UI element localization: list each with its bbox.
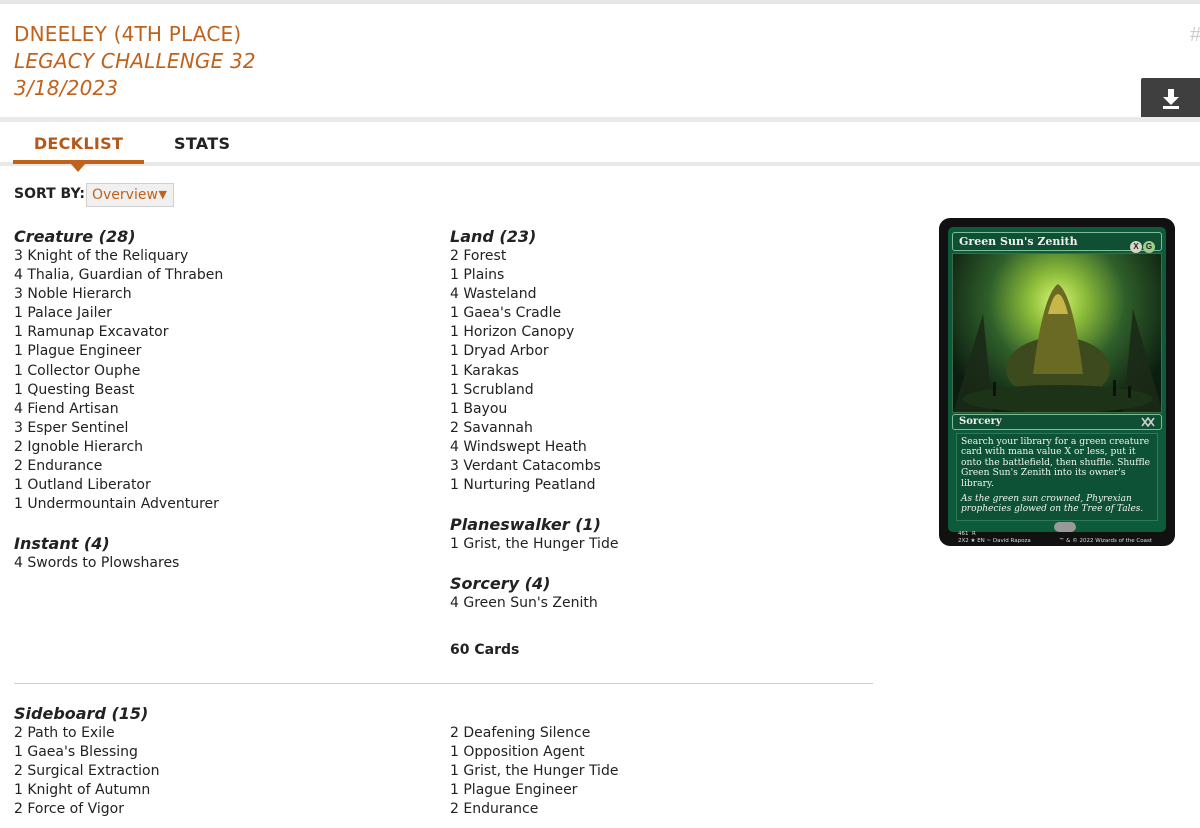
card-text-box: Search your library for a green creature… [956,433,1158,521]
card-group-title: Sorcery (4) [450,574,551,594]
card-group-title: Creature (28) [14,227,136,246]
sideboard-left-column: 2 Path to Exile 1 Gaea's Blessing 2 Surgic… [14,724,434,819]
tab-decklist[interactable]: DECKLIST [13,134,144,172]
sideboard-right-column: 2 Deafening Silence 1 Opposition Agent 1 G… [450,724,870,819]
holo-stamp [1054,522,1076,532]
card-art [952,253,1162,413]
sideboard-card-entry: 2 Endurance [450,801,539,818]
card-entry: 1 Scrubland [450,381,534,398]
card-entry: 1 Palace Jailer [14,305,112,322]
card-name-bar: Green Sun's Zenith XG [952,232,1162,253]
card-entry: 4 Windswept Heath [450,438,587,455]
main-deck-left-column: Creature (28) 3 Knight of the Reliquary 4 … [14,227,434,573]
player-title: DNEELEY (4TH PLACE) [14,22,242,46]
sideboard-card-entry: 1 Plague Engineer [450,782,578,799]
sideboard-card-entry: 2 Path to Exile [14,725,115,741]
card-copyright: ™ & © 2022 Wizards of the Coast [1058,538,1152,544]
mana-cost: XG [1129,236,1157,253]
card-entry: 1 Plains [450,267,505,284]
deck-header: DNEELEY (4TH PLACE) LEGACY CHALLENGE 32 … [0,4,1200,120]
mana-symbol-x: X [1130,241,1142,253]
card-group-title: Planeswalker (1) [450,515,601,535]
card-entry: 1 Plague Engineer [14,343,142,360]
hash-icon[interactable]: # [1190,24,1200,48]
card-entry: 3 Knight of the Reliquary [14,248,189,264]
card-group-title: Instant (4) [14,534,110,554]
event-title: LEGACY CHALLENGE 32 [14,49,256,73]
card-entry: 4 Green Sun's Zenith [450,595,598,612]
card-entry: 3 Noble Hierarch [14,286,132,303]
card-entry: 4 Wasteland [450,286,537,303]
card-entry: 1 Horizon Canopy [450,324,575,341]
card-entry: 1 Collector Ouphe [14,362,141,379]
card-rarity: R [972,531,976,537]
card-flavor-text: As the green sun crowned, Phyrexian prop… [961,494,1144,515]
download-button[interactable] [1141,78,1200,120]
sideboard-card-entry: 1 Gaea's Blessing [14,744,138,761]
card-group-title: Land (23) [450,227,537,246]
tab-bar: DECKLIST STATS [0,122,1200,172]
card-entry: 1 Undermountain Adventurer [14,496,219,513]
sideboard-heading: Sideboard (15) [14,704,434,724]
card-entry: 1 Questing Beast [14,381,135,398]
card-entry: 4 Thalia, Guardian of Thraben [14,267,224,284]
sideboard-divider [14,683,873,684]
sort-by-label: SORT BY: [14,186,85,202]
set-symbol-icon [1141,417,1155,427]
card-entry: 1 Dryad Arbor [450,343,549,360]
sideboard-card-entry: 2 Force of Vigor [14,801,124,818]
sideboard-card-entry: 1 Knight of Autumn [14,782,151,799]
card-preview: Green Sun's Zenith XG Sorcery Search you… [939,218,1175,546]
download-icon [1163,89,1179,109]
card-collector-number: 461 [958,531,969,537]
card-entry: 1 Karakas [450,362,519,379]
sideboard-title: Sideboard (15) [14,704,149,723]
chevron-down-icon: ▼ [158,188,167,201]
main-deck-right-column: Land (23) 2 Forest 1 Plains 4 Wasteland 1 Ga… [450,227,870,613]
card-entry: 3 Verdant Catacombs [450,458,601,475]
card-set-line: 2X2 ★ EN [958,538,985,544]
card-entry: 1 Ramunap Excavator [14,324,169,341]
tab-stats[interactable]: STATS [174,134,230,153]
mana-symbol-green: G [1143,241,1155,253]
sideboard-card-entry: 1 Grist, the Hunger Tide [450,763,619,780]
card-entry: 1 Grist, the Hunger Tide [450,536,619,553]
card-entry: 1 Gaea's Cradle [450,305,562,322]
sideboard-card-entry: 1 Opposition Agent [450,744,585,761]
card-entry: 2 Savannah [450,419,533,436]
card-collector-info: 461 R 2X2 ★ EN ~ David Rapoza [958,531,1031,544]
event-date: 3/18/2023 [14,76,119,100]
card-entry: 4 Swords to Plowshares [14,555,180,572]
card-total: 60 Cards [450,642,520,658]
sideboard-card-entry: 2 Deafening Silence [450,725,591,741]
sort-selected-value: Overview [92,187,158,203]
card-entry: 4 Fiend Artisan [14,400,119,417]
card-type: Sorcery [959,416,1002,427]
card-entry: 2 Forest [450,248,507,264]
card-entry: 2 Ignoble Hierarch [14,438,144,455]
card-frame: Green Sun's Zenith XG Sorcery Search you… [948,227,1166,544]
card-rules-text: Search your library for a green creature… [961,436,1151,489]
sideboard-card-entry: 2 Surgical Extraction [14,763,160,780]
card-entry: 2 Endurance [14,458,103,475]
card-artist: David Rapoza [992,538,1031,544]
card-entry: 1 Nurturing Peatland [450,477,596,494]
card-name: Green Sun's Zenith [959,235,1078,248]
card-entry: 1 Bayou [450,400,508,417]
card-type-bar: Sorcery [952,414,1162,430]
card-entry: 1 Outland Liberator [14,477,151,494]
card-entry: 3 Esper Sentinel [14,419,129,436]
sort-select[interactable]: Overview ▼ [86,183,174,207]
